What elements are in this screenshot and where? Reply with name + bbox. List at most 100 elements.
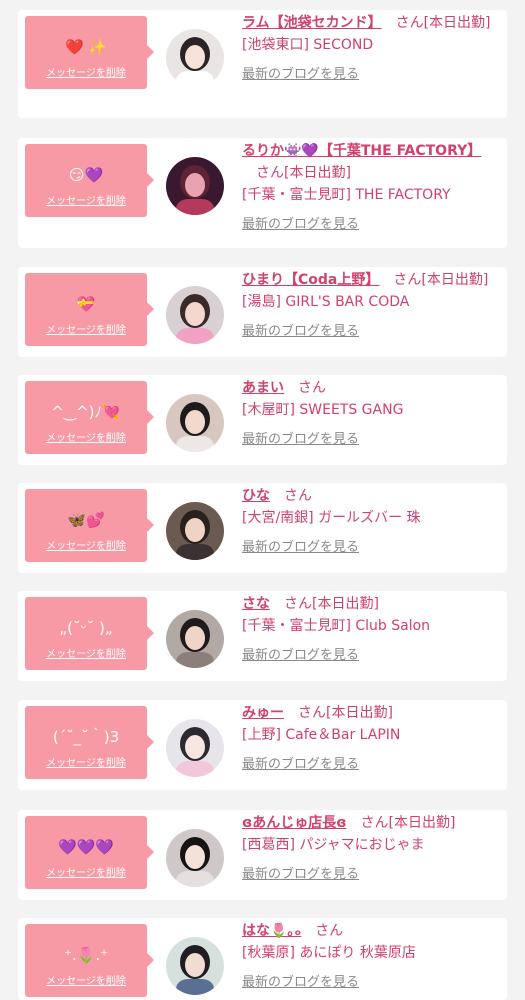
- status-badge: [本日出勤]: [284, 165, 351, 181]
- message-bubble[interactable]: ⁺.🌷.⁺ メッセージを削除: [25, 924, 154, 997]
- honorific: さん: [256, 165, 284, 181]
- honorific: さん: [395, 15, 424, 31]
- latest-blog-link[interactable]: 最新のブログを見る: [242, 864, 359, 886]
- message-card: (´˘_˘｀)3 メッセージを削除 みゅー さん[本日出勤] [上野] Cafe＆…: [18, 700, 507, 790]
- honorific: さん: [298, 705, 326, 721]
- cast-name-link[interactable]: ひまり【Coda上野】: [242, 272, 379, 288]
- message-card: 😏💜 メッセージを削除 るりか👾💜【千葉THE FACTORY】さん[本日出勤]…: [18, 138, 507, 248]
- delete-message-link[interactable]: メッセージを削除: [25, 195, 147, 209]
- shop-name: [千葉・富士見町] Club Salon: [242, 618, 431, 634]
- card-info: はな🌷｡ₒ さん [秋葉原] あにぽり 秋葉原店 最新のブログを見る: [242, 920, 500, 994]
- honorific: さん: [284, 596, 312, 612]
- card-info: さな さん[本日出勤] [千葉・富士見町] Club Salon 最新のブログを見…: [242, 593, 500, 667]
- message-card: ^‿^)ﾉ💘 メッセージを削除 あまい さん [木屋町] SWEETS GANG …: [18, 375, 507, 465]
- delete-message-link[interactable]: メッセージを削除: [25, 975, 147, 989]
- shop-name: [秋葉原] あにぽり 秋葉原店: [242, 945, 416, 961]
- honorific: さん: [298, 380, 326, 396]
- avatar[interactable]: [166, 719, 224, 777]
- latest-blog-link[interactable]: 最新のブログを見る: [242, 754, 359, 776]
- card-info: ラム【池袋セカンド】 さん[本日出勤] [池袋東口] SECOND 最新のブログを…: [242, 12, 500, 86]
- shop-name: [西葛西] パジャマにおじゃま: [242, 837, 425, 853]
- cast-name-link[interactable]: みゅー: [242, 705, 284, 721]
- avatar[interactable]: [166, 829, 224, 887]
- message-text: ❤️ ✨: [64, 38, 108, 56]
- status-badge: [本日出勤]: [388, 815, 456, 831]
- cast-name-link[interactable]: ɞあんじゅ店長ɞ: [242, 815, 346, 831]
- cast-name-link[interactable]: るりか👾💜【千葉THE FACTORY】: [242, 143, 481, 159]
- avatar[interactable]: [166, 610, 224, 668]
- card-info: みゅー さん[本日出勤] [上野] Cafe＆Bar LAPIN 最新のブログを見…: [242, 702, 500, 776]
- message-bubble[interactable]: ❤️ ✨ メッセージを削除: [25, 16, 154, 89]
- message-bubble[interactable]: ^‿^)ﾉ💘 メッセージを削除: [25, 381, 154, 454]
- avatar-image: [166, 286, 224, 344]
- message-card: ❤️ ✨ メッセージを削除 ラム【池袋セカンド】 さん[本日出勤] [池袋東口] …: [18, 10, 507, 118]
- message-bubble[interactable]: 💜💜💜 メッセージを削除: [25, 816, 154, 889]
- cast-name-link[interactable]: あまい: [242, 380, 284, 396]
- latest-blog-link[interactable]: 最新のブログを見る: [242, 537, 359, 559]
- cast-name-link[interactable]: ラム【池袋セカンド】: [242, 15, 382, 31]
- delete-message-link[interactable]: メッセージを削除: [25, 432, 147, 446]
- message-card: „(˘ᵕ˘ )„ メッセージを削除 さな さん[本日出勤] [千葉・富士見町] C…: [18, 591, 507, 681]
- avatar[interactable]: [166, 502, 224, 560]
- message-text: 💝: [76, 295, 96, 313]
- message-bubble[interactable]: 🦋💕 メッセージを削除: [25, 489, 154, 562]
- honorific: さん: [393, 272, 422, 288]
- message-bubble[interactable]: 💝 メッセージを削除: [25, 273, 154, 346]
- shop-name: [湯島] GIRL'S BAR CODA: [242, 294, 410, 310]
- card-info: あまい さん [木屋町] SWEETS GANG 最新のブログを見る: [242, 377, 500, 451]
- message-text: ^‿^)ﾉ💘: [51, 403, 121, 421]
- card-info: るりか👾💜【千葉THE FACTORY】さん[本日出勤] [千葉・富士見町] T…: [242, 140, 500, 236]
- message-bubble[interactable]: 😏💜 メッセージを削除: [25, 144, 154, 217]
- delete-message-link[interactable]: メッセージを削除: [25, 324, 147, 338]
- avatar-image: [166, 394, 224, 452]
- status-badge: [本日出勤]: [326, 705, 393, 721]
- avatar-image: [166, 29, 224, 87]
- latest-blog-link[interactable]: 最新のブログを見る: [242, 214, 359, 236]
- card-info: ɞあんじゅ店長ɞ さん[本日出勤] [西葛西] パジャマにおじゃま 最新のブログを…: [242, 812, 500, 886]
- message-bubble[interactable]: (´˘_˘｀)3 メッセージを削除: [25, 706, 154, 779]
- status-badge: [本日出勤]: [421, 272, 489, 288]
- status-badge: [本日出勤]: [423, 15, 491, 31]
- delete-message-link[interactable]: メッセージを削除: [25, 867, 147, 881]
- delete-message-link[interactable]: メッセージを削除: [25, 540, 147, 554]
- cast-name-link[interactable]: はな🌷｡ₒ: [242, 923, 301, 939]
- latest-blog-link[interactable]: 最新のブログを見る: [242, 645, 359, 667]
- honorific: さん: [360, 815, 389, 831]
- card-info: ひまり【Coda上野】 さん[本日出勤] [湯島] GIRL'S BAR CODA…: [242, 269, 500, 343]
- avatar-image: [166, 157, 224, 215]
- avatar-image: [166, 719, 224, 777]
- avatar[interactable]: [166, 157, 224, 215]
- avatar-image: [166, 610, 224, 668]
- message-text: „(˘ᵕ˘ )„: [59, 619, 113, 637]
- cast-name-link[interactable]: さな: [242, 596, 270, 612]
- latest-blog-link[interactable]: 最新のブログを見る: [242, 429, 359, 451]
- avatar-image: [166, 829, 224, 887]
- latest-blog-link[interactable]: 最新のブログを見る: [242, 64, 359, 86]
- delete-message-link[interactable]: メッセージを削除: [25, 757, 147, 771]
- message-text: 💜💜💜: [57, 838, 115, 856]
- avatar[interactable]: [166, 286, 224, 344]
- message-bubble[interactable]: „(˘ᵕ˘ )„ メッセージを削除: [25, 597, 154, 670]
- shop-name: [大宮/南銀] ガールズバー 珠: [242, 510, 421, 526]
- avatar-image: [166, 502, 224, 560]
- delete-message-link[interactable]: メッセージを削除: [25, 648, 147, 662]
- message-text: (´˘_˘｀)3: [52, 728, 120, 746]
- avatar[interactable]: [166, 937, 224, 995]
- avatar[interactable]: [166, 29, 224, 87]
- message-card: 💜💜💜 メッセージを削除 ɞあんじゅ店長ɞ さん[本日出勤] [西葛西] パジャマ…: [18, 810, 507, 900]
- message-text: 🦋💕: [67, 511, 105, 529]
- shop-name: [池袋東口] SECOND: [242, 37, 374, 53]
- delete-message-link[interactable]: メッセージを削除: [25, 67, 147, 81]
- shop-name: [木屋町] SWEETS GANG: [242, 402, 404, 418]
- latest-blog-link[interactable]: 最新のブログを見る: [242, 972, 359, 994]
- message-text: ⁺.🌷.⁺: [63, 946, 109, 964]
- honorific: さん: [284, 488, 312, 504]
- cast-name-link[interactable]: ひな: [242, 488, 270, 504]
- latest-blog-link[interactable]: 最新のブログを見る: [242, 321, 359, 343]
- message-card: ⁺.🌷.⁺ メッセージを削除 はな🌷｡ₒ さん [秋葉原] あにぽり 秋葉原店 最…: [18, 918, 507, 1000]
- avatar-image: [166, 937, 224, 995]
- message-text: 😏💜: [68, 166, 104, 184]
- shop-name: [千葉・富士見町] THE FACTORY: [242, 187, 451, 203]
- status-badge: [本日出勤]: [312, 596, 379, 612]
- avatar[interactable]: [166, 394, 224, 452]
